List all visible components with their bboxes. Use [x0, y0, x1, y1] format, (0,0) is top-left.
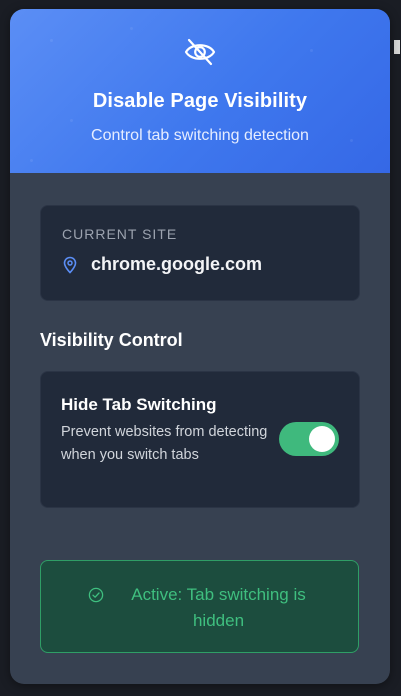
popup-subtitle: Control tab switching detection	[91, 127, 309, 144]
visibility-control-heading: Visibility Control	[40, 330, 183, 350]
popup-title: Disable Page Visibility	[92, 90, 308, 112]
scrollbar-fragment	[394, 40, 400, 54]
eye-off-icon	[184, 38, 216, 66]
extension-popup: Disable Page Visibility Control tab swit…	[10, 9, 390, 684]
hide-tab-switching-toggle[interactable]	[279, 422, 339, 456]
popup-header: Disable Page Visibility Control tab swit…	[10, 9, 390, 173]
hide-tab-switching-card: Hide Tab Switching Prevent websites from…	[40, 371, 360, 508]
current-site-label: CURRENT SITE	[62, 226, 178, 242]
status-banner: Active: Tab switching is hidden	[40, 560, 359, 653]
status-text: Active: Tab switching is hidden	[131, 585, 306, 630]
check-circle-icon	[88, 587, 104, 603]
current-site-domain: chrome.google.com	[91, 254, 263, 274]
toggle-description: Prevent websites from detecting when you…	[61, 424, 268, 463]
current-site-card: CURRENT SITE chrome.google.com	[40, 205, 360, 301]
toggle-title: Hide Tab Switching	[61, 395, 217, 414]
location-pin-icon	[63, 256, 77, 274]
toggle-knob	[309, 426, 335, 452]
